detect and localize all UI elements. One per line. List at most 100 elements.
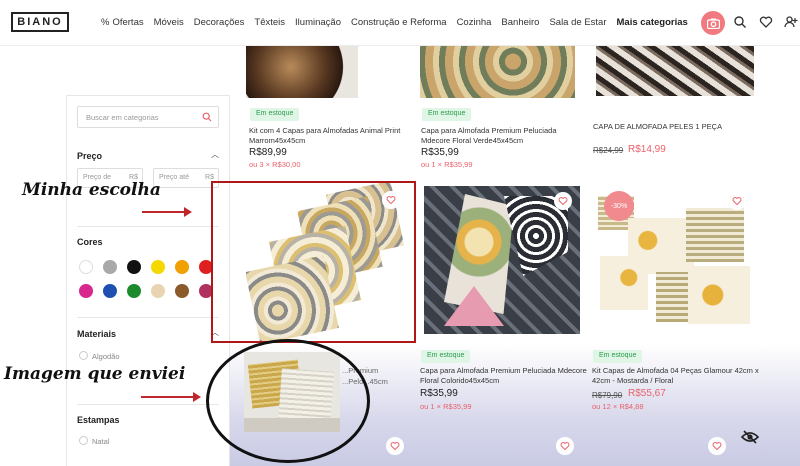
price-to-input[interactable]: Preço até R$: [153, 168, 219, 188]
user-add-icon[interactable]: [784, 15, 798, 29]
product-price: R$89,99: [249, 147, 287, 158]
chevron-up-icon[interactable]: ︿: [211, 149, 219, 160]
product-image[interactable]: [596, 46, 754, 96]
materials-section-title: Materiais: [77, 329, 117, 339]
biano-logo[interactable]: BIANO: [11, 12, 69, 32]
eye-off-icon[interactable]: [741, 430, 759, 444]
product-price: R$35,99: [420, 388, 458, 399]
arrow-right-icon: [141, 392, 201, 402]
color-swatch[interactable]: [127, 260, 141, 274]
main-nav: % Ofertas Móveis Decorações Têxteis Ilumi…: [101, 17, 698, 28]
favorite-button[interactable]: [556, 437, 574, 455]
nav-sala-de-estar[interactable]: Sala de Estar: [549, 17, 606, 28]
installments-text: ou 1 × R$35,99: [420, 402, 472, 411]
search-icon: [202, 112, 212, 122]
color-swatch[interactable]: [79, 284, 93, 298]
product-price: R$35,99: [421, 147, 459, 158]
page: BIANO % Ofertas Móveis Decorações Têxteis…: [0, 0, 800, 466]
top-header: BIANO % Ofertas Móveis Decorações Têxteis…: [0, 0, 800, 46]
installments: ou 1 × R$35,99: [421, 160, 473, 169]
product-name[interactable]: Capa para Almofada Premium Peluciada Mde…: [420, 366, 590, 386]
price-section-title: Preço: [77, 151, 103, 161]
nav-label: Ofertas: [112, 17, 144, 28]
favorite-button[interactable]: [386, 437, 404, 455]
pillow: [656, 272, 690, 322]
stock-badge: Em estoque: [593, 350, 643, 363]
installments-text: ou 1 × R$35,99: [421, 160, 473, 169]
prints-section-title: Estampas: [77, 415, 120, 425]
pillow: [600, 256, 648, 310]
heart-icon: [558, 197, 568, 206]
product-image[interactable]: [420, 46, 575, 98]
divider: [77, 404, 219, 405]
currency-label: R$: [205, 174, 214, 181]
pillow: [688, 266, 750, 324]
print-option[interactable]: Natal: [79, 436, 110, 446]
installments-text: ou 3 × R$30,00: [249, 160, 301, 169]
product-image[interactable]: [424, 186, 580, 334]
favorite-button[interactable]: [728, 192, 746, 210]
material-label: Algodão: [92, 352, 120, 361]
product-name[interactable]: Kit Capas de Almofada 04 Peças Glamour 4…: [592, 366, 770, 386]
search-placeholder: Buscar em categorias: [86, 113, 159, 122]
nav-cozinha[interactable]: Cozinha: [457, 17, 492, 28]
category-search-input[interactable]: Buscar em categorias: [77, 106, 219, 128]
annotation-minha-escolha: Minha escolha: [22, 180, 161, 200]
print-label: Natal: [92, 437, 110, 446]
favorite-button[interactable]: [554, 192, 572, 210]
color-swatch[interactable]: [103, 284, 117, 298]
nav-iluminacao[interactable]: Iluminação: [295, 17, 341, 28]
product-image[interactable]: [246, 46, 358, 98]
product-name[interactable]: Capa para Almofada Premium Peluciada Mde…: [421, 126, 586, 146]
pillow: [686, 208, 744, 262]
color-swatch[interactable]: [151, 284, 165, 298]
product-name[interactable]: Kit com 4 Capas para Almofadas Animal Pr…: [249, 126, 419, 146]
filter-sidebar: Buscar em categorias Preço ︿ Preço de R$ …: [66, 95, 230, 466]
annotation-imagem-que-enviei: Imagem que enviei: [4, 364, 186, 384]
color-swatch[interactable]: [103, 260, 117, 274]
nav-decoracoes[interactable]: Decorações: [194, 17, 245, 28]
installments: ou 1 × R$35,99: [420, 402, 472, 411]
arrow-right-icon: [142, 207, 192, 217]
material-option[interactable]: Algodão: [79, 351, 120, 361]
heart-icon: [732, 197, 742, 206]
divider: [77, 317, 219, 318]
stock-badge: Em estoque: [250, 108, 300, 121]
installments: ou 3 × R$30,00: [249, 160, 301, 169]
old-price: R$79,90: [592, 391, 623, 400]
product-name[interactable]: CAPA DE ALMOFADA PELES 1 PEÇA: [593, 122, 763, 132]
installments-text: ou 12 × R$4,88: [592, 402, 644, 411]
product-price: R$14,99: [628, 144, 666, 155]
search-icon[interactable]: [733, 15, 747, 29]
camera-search-button[interactable]: [701, 11, 725, 35]
color-swatch[interactable]: [79, 260, 93, 274]
stock-badge: Em estoque: [421, 350, 471, 363]
nav-ofertas[interactable]: % Ofertas: [101, 17, 144, 28]
percent-icon: %: [101, 17, 110, 28]
camera-icon: [706, 18, 720, 29]
discount-badge: -30%: [604, 191, 634, 221]
heart-icon: [712, 442, 722, 451]
color-swatch[interactable]: [151, 260, 165, 274]
heart-icon: [560, 442, 570, 451]
old-price: R$24,99: [593, 146, 624, 155]
product-price: R$55,67: [628, 388, 666, 399]
price-to-placeholder: Preço até: [159, 174, 189, 181]
nav-banheiro[interactable]: Banheiro: [501, 17, 539, 28]
nav-texteis[interactable]: Têxteis: [254, 17, 285, 28]
color-swatch[interactable]: [175, 260, 189, 274]
nav-moveis[interactable]: Móveis: [154, 17, 184, 28]
nav-construcao[interactable]: Construção e Reforma: [351, 17, 447, 28]
divider: [77, 226, 219, 227]
sent-image-circle: [206, 339, 370, 463]
color-swatch[interactable]: [127, 284, 141, 298]
choice-highlight-box: [211, 181, 416, 343]
colors-section-title: Cores: [77, 237, 103, 247]
radio-icon: [79, 351, 88, 360]
favorite-button[interactable]: [708, 437, 726, 455]
nav-mais-categorias[interactable]: Mais categorias: [617, 17, 688, 28]
radio-icon: [79, 436, 88, 445]
heart-icon[interactable]: [759, 15, 773, 29]
heart-icon: [390, 442, 400, 451]
color-swatch[interactable]: [175, 284, 189, 298]
